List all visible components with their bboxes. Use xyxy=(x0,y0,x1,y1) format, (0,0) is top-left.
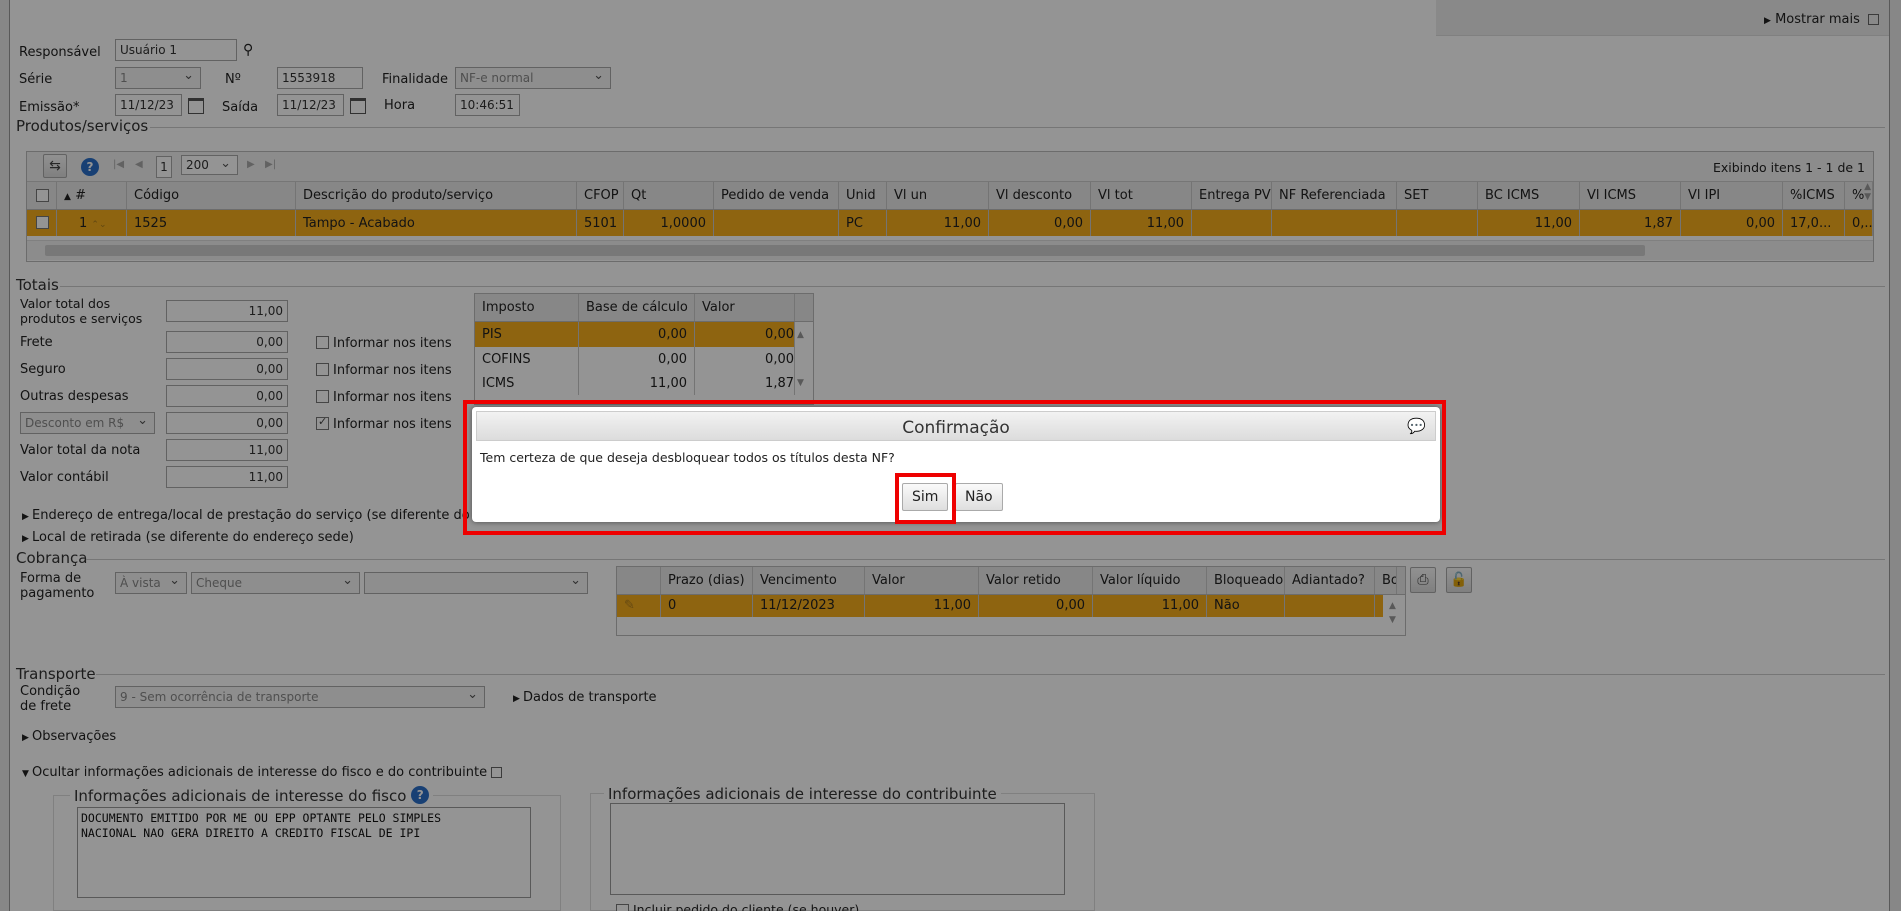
nf-page: ▶ Mostrar mais Responsável Usuário 1 ⚲ S… xyxy=(0,0,1901,911)
annotation-box-yes xyxy=(895,473,956,524)
